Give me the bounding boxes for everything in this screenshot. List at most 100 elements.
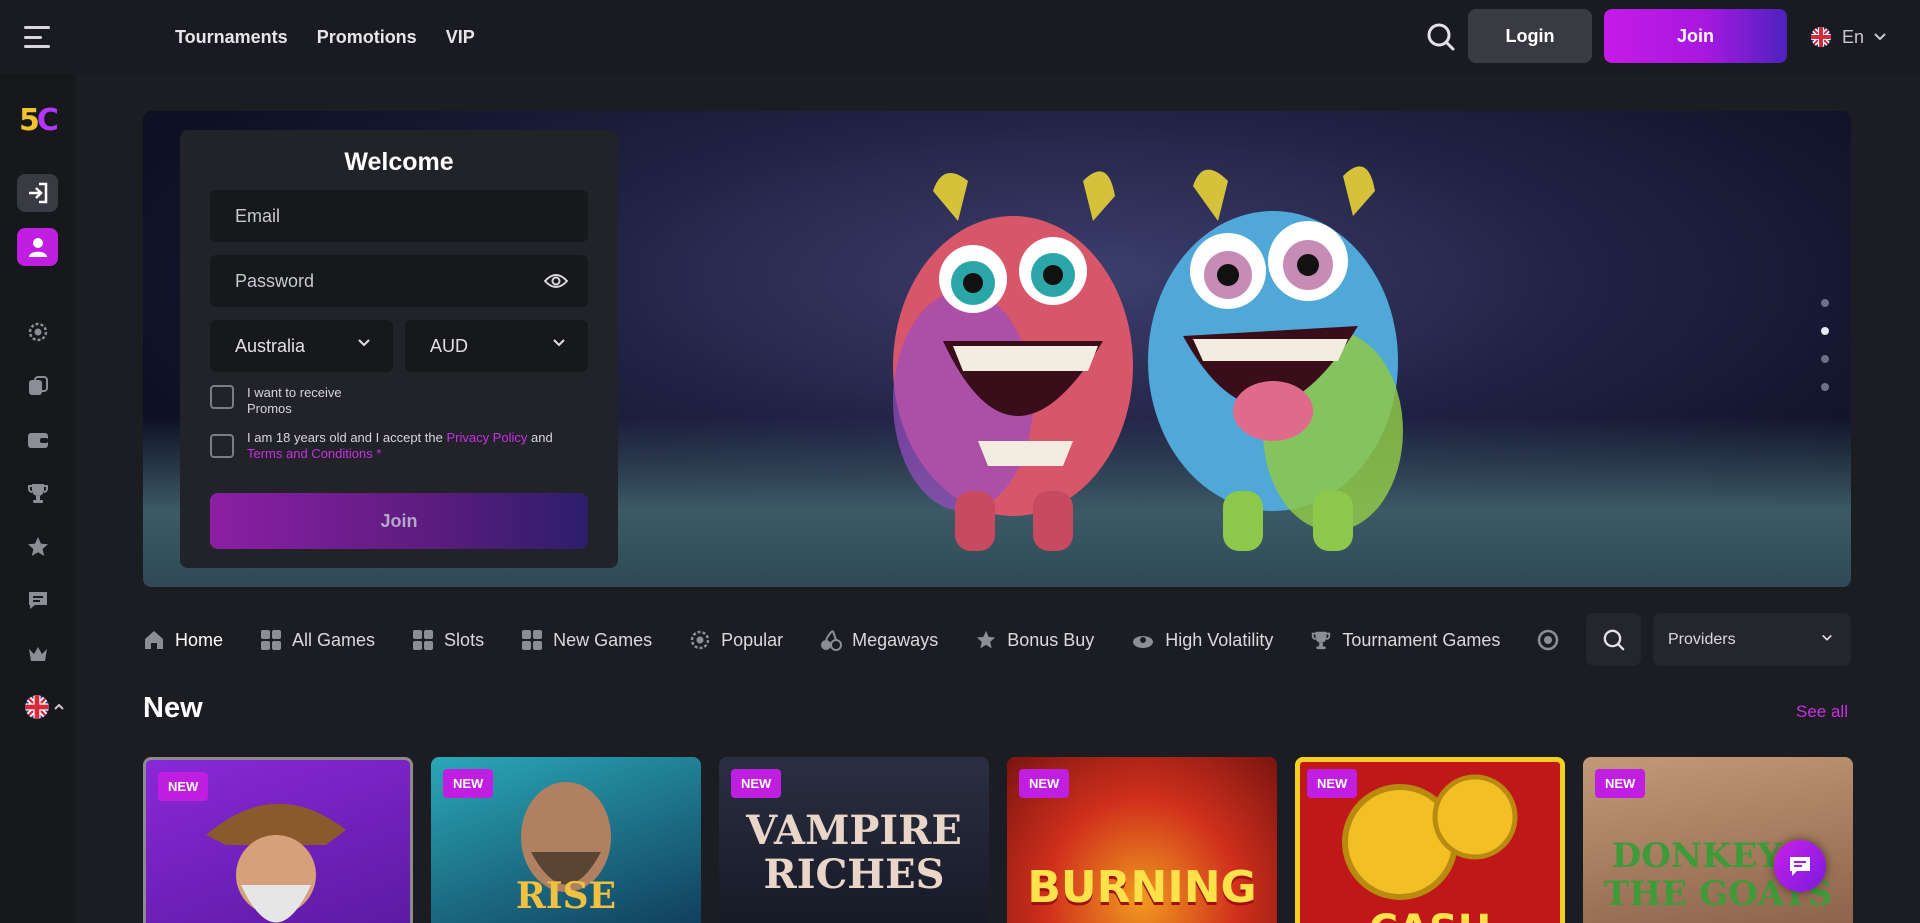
category-slots[interactable]: Slots bbox=[412, 629, 484, 651]
game-search-button[interactable] bbox=[1586, 613, 1641, 666]
coin-icon bbox=[1538, 629, 1559, 651]
game-card[interactable]: BURNING NEW bbox=[1007, 757, 1277, 923]
crown-icon[interactable] bbox=[23, 639, 53, 669]
providers-select[interactable]: Providers bbox=[1653, 613, 1851, 666]
game-card[interactable]: CASH NEW bbox=[1295, 757, 1565, 923]
nav-tournaments[interactable]: Tournaments bbox=[175, 27, 288, 48]
chat-icon[interactable] bbox=[23, 585, 53, 615]
privacy-policy-link[interactable]: Privacy Policy bbox=[446, 430, 527, 445]
language-label: En bbox=[1842, 26, 1865, 47]
game-card[interactable]: DONKEY & THE GOATS NEW bbox=[1583, 757, 1853, 923]
star-icon[interactable] bbox=[23, 532, 53, 562]
slots-icon[interactable] bbox=[23, 371, 53, 401]
new-badge: NEW bbox=[158, 772, 209, 801]
carousel-dot[interactable] bbox=[1821, 383, 1829, 391]
chevron-down-icon bbox=[1822, 634, 1832, 641]
promos-checkbox[interactable] bbox=[210, 385, 234, 409]
chevron-down-icon bbox=[358, 339, 370, 347]
grid-icon bbox=[261, 630, 282, 650]
wallet-icon[interactable] bbox=[23, 425, 53, 455]
see-all-link[interactable]: See all bbox=[1796, 702, 1848, 722]
eye-icon[interactable] bbox=[544, 273, 568, 289]
login-button[interactable]: Login bbox=[1468, 9, 1592, 63]
sidebar-language-button[interactable] bbox=[22, 692, 66, 722]
popular-icon[interactable] bbox=[23, 317, 53, 347]
terms-checkbox-row[interactable]: I am 18 years old and I accept the Priva… bbox=[210, 430, 587, 462]
email-placeholder: Email bbox=[235, 205, 281, 226]
password-field[interactable]: Password bbox=[210, 255, 588, 307]
email-field[interactable]: Email bbox=[210, 190, 588, 242]
game-card[interactable]: VAMPIRE RICHES NEW bbox=[719, 757, 989, 923]
game-title: CASH bbox=[1300, 907, 1560, 923]
search-icon bbox=[1603, 629, 1624, 650]
category-more[interactable] bbox=[1537, 629, 1559, 651]
chevron-up-icon bbox=[54, 703, 64, 710]
currency-select[interactable]: AUD bbox=[405, 320, 588, 372]
carousel-dots bbox=[1821, 299, 1829, 391]
nav-promotions[interactable]: Promotions bbox=[317, 27, 417, 48]
country-value: Australia bbox=[235, 335, 306, 356]
chevron-down-icon bbox=[1874, 33, 1886, 41]
sidebar: 5C bbox=[0, 74, 76, 923]
form-join-button[interactable]: Join bbox=[210, 493, 588, 549]
category-high-volatility[interactable]: High Volatility bbox=[1131, 629, 1273, 651]
category-megaways[interactable]: Megaways bbox=[820, 629, 938, 651]
uk-flag-icon bbox=[1811, 27, 1831, 47]
sidebar-login-button[interactable] bbox=[17, 174, 58, 212]
language-selector[interactable]: En bbox=[1810, 24, 1886, 50]
country-select[interactable]: Australia bbox=[210, 320, 393, 372]
sidebar-profile-button[interactable] bbox=[17, 228, 58, 266]
login-icon bbox=[28, 182, 47, 204]
nav-vip[interactable]: VIP bbox=[446, 27, 475, 48]
volatility-icon bbox=[1133, 636, 1154, 648]
form-title: Welcome bbox=[344, 148, 454, 176]
top-bar: Tournaments Promotions VIP Login Join En bbox=[0, 0, 1920, 74]
cherry-icon bbox=[821, 630, 843, 651]
menu-icon[interactable] bbox=[24, 26, 50, 48]
game-title: BURNING bbox=[1027, 862, 1257, 913]
game-card[interactable]: RISE NEW bbox=[431, 757, 701, 923]
section-title-new: New bbox=[143, 692, 203, 724]
terms-checkbox[interactable] bbox=[210, 434, 234, 458]
new-badge: NEW bbox=[1019, 769, 1070, 798]
game-card[interactable]: NEW bbox=[143, 757, 413, 923]
star-icon bbox=[977, 630, 996, 649]
category-popular[interactable]: Popular bbox=[689, 629, 783, 651]
carousel-dot-active[interactable] bbox=[1821, 327, 1829, 335]
category-home[interactable]: Home bbox=[143, 629, 223, 651]
promos-checkbox-row[interactable]: I want to receive Promos bbox=[210, 385, 342, 417]
category-all-games[interactable]: All Games bbox=[260, 629, 375, 651]
profile-icon bbox=[28, 238, 47, 257]
grid-icon bbox=[413, 630, 434, 650]
uk-flag-icon bbox=[25, 695, 49, 719]
site-logo[interactable]: 5C bbox=[19, 102, 59, 140]
chevron-down-icon bbox=[553, 339, 565, 347]
live-chat-button[interactable] bbox=[1774, 840, 1826, 892]
new-badge: NEW bbox=[1307, 769, 1358, 798]
category-bonus-buy[interactable]: Bonus Buy bbox=[975, 629, 1094, 651]
main-nav: Tournaments Promotions VIP bbox=[175, 0, 475, 74]
join-button[interactable]: Join bbox=[1604, 9, 1787, 63]
currency-value: AUD bbox=[430, 335, 469, 356]
password-placeholder: Password bbox=[235, 270, 315, 291]
game-title: RISE bbox=[515, 875, 617, 917]
category-bar: Home All Games Slots New Games Popular M… bbox=[143, 614, 1570, 666]
promos-label: I want to receive Promos bbox=[247, 385, 342, 416]
gear-icon bbox=[690, 630, 710, 650]
trophy-icon[interactable] bbox=[23, 478, 53, 508]
category-tournament-games[interactable]: Tournament Games bbox=[1310, 629, 1500, 651]
search-icon[interactable] bbox=[1424, 20, 1458, 54]
new-badge: NEW bbox=[1595, 769, 1646, 798]
game-title: VAMPIRE RICHES bbox=[746, 807, 962, 898]
welcome-form: Welcome Email Password Australia AUD I w… bbox=[180, 130, 618, 568]
providers-label: Providers bbox=[1668, 630, 1736, 648]
category-new-games[interactable]: New Games bbox=[521, 629, 652, 651]
home-icon bbox=[145, 631, 163, 649]
terms-label: I am 18 years old and I accept the Priva… bbox=[247, 430, 553, 461]
carousel-dot[interactable] bbox=[1821, 355, 1829, 363]
trophy-icon bbox=[1312, 631, 1331, 650]
new-badge: NEW bbox=[731, 769, 782, 798]
new-badge: NEW bbox=[443, 769, 494, 798]
carousel-dot[interactable] bbox=[1821, 299, 1829, 307]
terms-link[interactable]: Terms and Conditions bbox=[247, 446, 373, 461]
